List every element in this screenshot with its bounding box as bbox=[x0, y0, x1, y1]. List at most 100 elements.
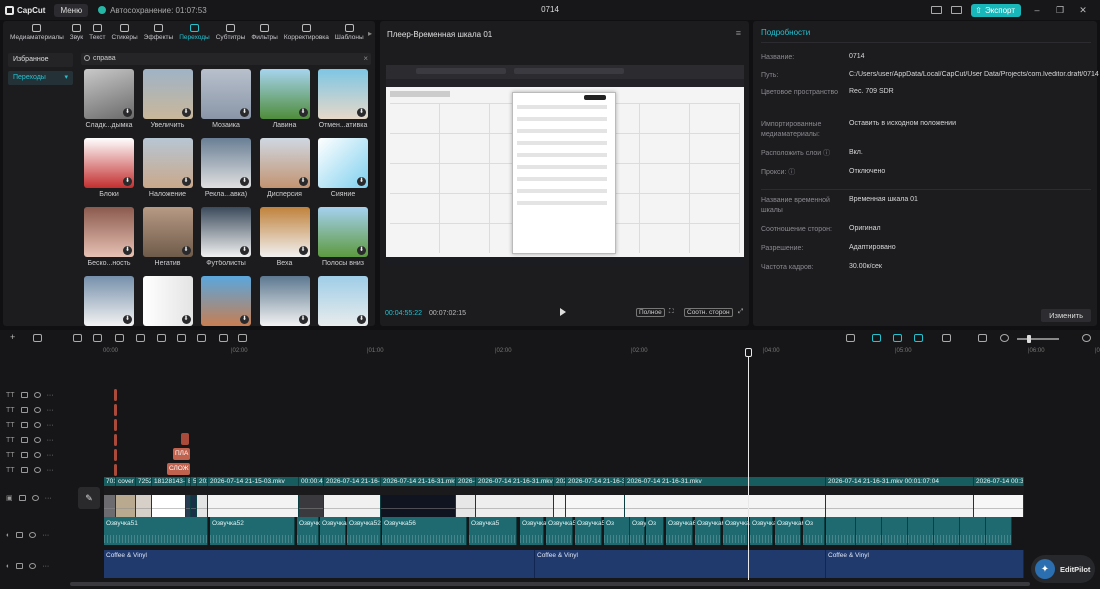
transition-tile[interactable]: ⬇ bbox=[201, 138, 251, 188]
voice-clip[interactable] bbox=[960, 517, 986, 545]
video-clip-thumbnail[interactable] bbox=[197, 495, 208, 517]
lock-icon[interactable] bbox=[20, 422, 28, 428]
lock-icon[interactable] bbox=[20, 392, 28, 398]
video-clip-thumbnail[interactable] bbox=[625, 495, 826, 517]
lock-icon[interactable] bbox=[20, 437, 28, 443]
playhead[interactable] bbox=[748, 348, 749, 580]
add-icon[interactable]: + bbox=[10, 332, 19, 342]
download-icon[interactable]: ⬇ bbox=[357, 246, 366, 255]
lock-icon[interactable] bbox=[20, 452, 28, 458]
video-clip-label[interactable]: 202 bbox=[197, 477, 208, 486]
voice-clip[interactable] bbox=[908, 517, 934, 545]
text-clip[interactable]: ПЛА bbox=[173, 448, 190, 460]
transition-tile[interactable]: ⬇ bbox=[142, 207, 193, 257]
timeline-scrollbar[interactable] bbox=[70, 582, 1030, 586]
menu-button[interactable]: Меню bbox=[54, 3, 89, 17]
voice-clip[interactable]: Озвучка52 bbox=[210, 517, 295, 545]
video-clip-thumbnail[interactable] bbox=[554, 495, 566, 517]
magnet-icon[interactable] bbox=[893, 334, 902, 342]
full-quality-button[interactable]: Полное bbox=[636, 308, 665, 317]
zoom-slider[interactable] bbox=[1017, 338, 1059, 340]
video-clip-thumbnail[interactable] bbox=[381, 495, 456, 517]
clear-icon[interactable]: × bbox=[363, 53, 368, 65]
download-icon[interactable]: ⬇ bbox=[357, 315, 366, 324]
shield-icon[interactable] bbox=[197, 334, 206, 342]
video-clip-label[interactable]: 2026-07-14 21-16-31.mkv 00:01:07:04 bbox=[826, 477, 974, 486]
video-clip-label[interactable]: 2026-07-14 21-16-31.mkv bbox=[625, 477, 826, 486]
transition-tile[interactable]: ⬇ bbox=[201, 276, 251, 326]
freeze-icon[interactable] bbox=[238, 334, 247, 342]
transition-tile[interactable]: ⬇ bbox=[318, 207, 368, 257]
select-tool-icon[interactable] bbox=[33, 334, 42, 342]
text-clip-marker[interactable] bbox=[181, 433, 189, 445]
voice-clip[interactable]: Озвучка52 bbox=[320, 517, 354, 545]
zoom-slider-handle[interactable] bbox=[1027, 335, 1031, 343]
video-clip-thumbnail[interactable] bbox=[456, 495, 476, 517]
eye-icon[interactable] bbox=[33, 452, 41, 458]
tab-audio[interactable]: Звук bbox=[67, 23, 86, 45]
download-icon[interactable]: ⬇ bbox=[298, 246, 308, 255]
video-clip-thumbnail[interactable] bbox=[826, 495, 974, 517]
minimize-icon[interactable]: – bbox=[1030, 5, 1044, 15]
video-clip-thumbnail[interactable] bbox=[208, 495, 299, 517]
video-clip-thumbnail[interactable] bbox=[974, 495, 1024, 517]
video-clip-label[interactable]: 2026-07-14 21-16-3 bbox=[324, 477, 381, 486]
eye-icon[interactable] bbox=[33, 422, 41, 428]
video-clip-label[interactable]: 2026-07-14 21-16-31.mkv bbox=[381, 477, 456, 486]
link-main-icon[interactable] bbox=[872, 334, 881, 342]
video-clip-label[interactable]: 7252 bbox=[136, 477, 152, 486]
zoom-in-icon[interactable] bbox=[1082, 334, 1091, 342]
more-icon[interactable]: ··· bbox=[42, 563, 49, 570]
more-icon[interactable]: ··· bbox=[47, 437, 54, 444]
lock-icon[interactable] bbox=[16, 532, 24, 538]
voice-clip[interactable]: Озвучка5 bbox=[546, 517, 576, 545]
video-clip-thumbnail[interactable] bbox=[566, 495, 625, 517]
download-icon[interactable]: ⬇ bbox=[240, 315, 249, 324]
download-icon[interactable]: ⬇ bbox=[357, 177, 366, 186]
transition-tile[interactable]: ⬇ bbox=[142, 276, 193, 326]
transition-tile[interactable]: ⬇ bbox=[84, 138, 134, 188]
voice-clip[interactable]: Озвучка6 bbox=[630, 517, 660, 545]
text-clip[interactable]: СЛОЖ bbox=[167, 463, 190, 475]
download-icon[interactable]: ⬇ bbox=[298, 108, 308, 117]
tab-adjust[interactable]: Корректировка bbox=[281, 23, 332, 45]
voice-clip[interactable] bbox=[882, 517, 908, 545]
layout-icon[interactable] bbox=[931, 6, 943, 14]
video-clip-thumbnail[interactable] bbox=[152, 495, 186, 517]
transition-tile[interactable]: ⬇ bbox=[318, 69, 368, 119]
voice-clip[interactable]: Оз bbox=[803, 517, 825, 545]
tab-transitions[interactable]: Переходы bbox=[176, 23, 213, 45]
voice-clip[interactable]: Озвучка5 bbox=[520, 517, 550, 545]
delete-icon[interactable] bbox=[177, 334, 186, 342]
edit-button[interactable]: Изменить bbox=[1041, 309, 1091, 322]
transition-tile[interactable]: ⬇ bbox=[318, 276, 368, 326]
cover-edit-icon[interactable]: ✎ bbox=[78, 487, 100, 509]
player-menu-icon[interactable]: ≡ bbox=[736, 28, 741, 38]
fit-screen-icon[interactable]: ⛶ bbox=[667, 308, 676, 316]
voice-clip[interactable]: Озвучка52 bbox=[347, 517, 381, 545]
play-icon[interactable] bbox=[560, 308, 566, 316]
transition-tile[interactable]: ⬇ bbox=[259, 69, 310, 119]
voice-clip[interactable]: Озвучка5 bbox=[297, 517, 327, 545]
download-icon[interactable]: ⬇ bbox=[181, 246, 191, 255]
video-clip-label[interactable]: 701 bbox=[104, 477, 116, 486]
transition-tile[interactable]: ⬇ bbox=[201, 207, 251, 257]
transition-tile[interactable]: ⬇ bbox=[259, 138, 310, 188]
eye-icon[interactable] bbox=[33, 392, 41, 398]
link-icon[interactable] bbox=[914, 334, 923, 342]
more-icon[interactable]: ··· bbox=[47, 407, 54, 414]
voice-clip[interactable] bbox=[934, 517, 960, 545]
redo-icon[interactable] bbox=[93, 334, 102, 342]
video-clip-label[interactable]: 18128143-hd bbox=[152, 477, 186, 486]
transition-tile[interactable]: ⬇ bbox=[259, 207, 310, 257]
video-clip-label[interactable]: 2026-07-14 00:38 bbox=[974, 477, 1024, 486]
music-clip[interactable]: Coffee & Vinyl bbox=[826, 550, 1024, 578]
voice-clip[interactable]: Озвучка6 bbox=[666, 517, 696, 545]
voice-clip[interactable]: Озвучка59 bbox=[575, 517, 609, 545]
download-icon[interactable]: ⬇ bbox=[123, 315, 132, 324]
voice-clip[interactable]: Озвучка6 bbox=[695, 517, 725, 545]
text-clip-marker[interactable] bbox=[114, 419, 117, 431]
video-clip-label[interactable]: 2026-07-14 21-16-31.mkv bbox=[476, 477, 554, 486]
lock-icon[interactable] bbox=[18, 495, 26, 501]
export-button[interactable]: ⇧ Экспорт bbox=[971, 3, 1021, 17]
